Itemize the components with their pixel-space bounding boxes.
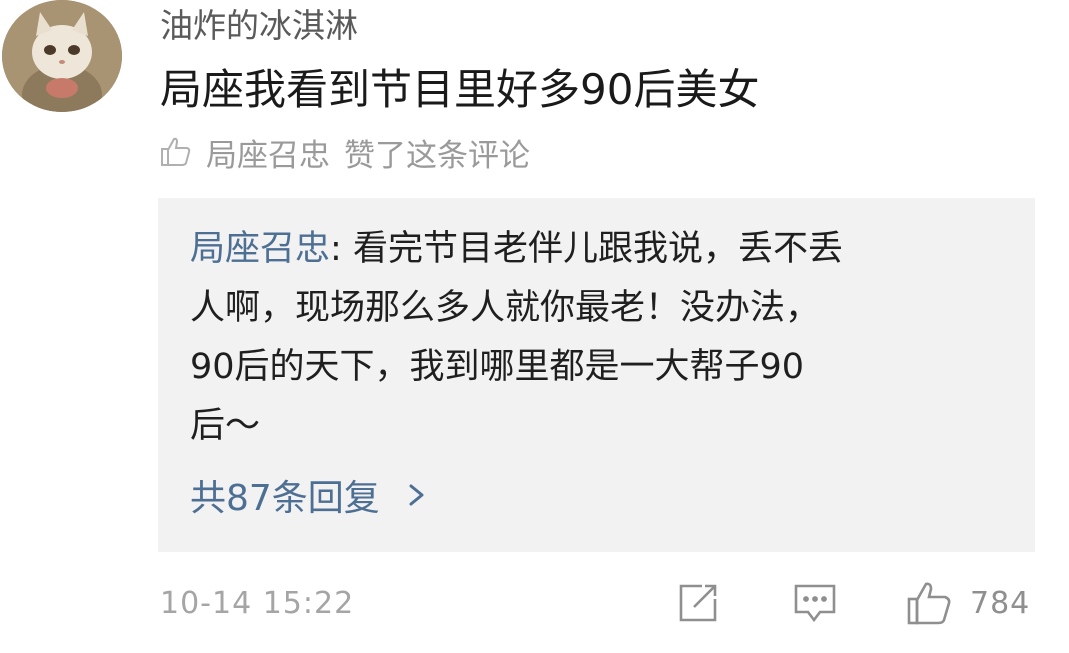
liked-by-suffix: 赞了这条评论 <box>344 137 530 174</box>
reply-button[interactable] <box>792 578 838 628</box>
cat-avatar-image <box>2 0 122 112</box>
reply-line-1: 看完节目老伴儿跟我说，丢不丢 <box>352 229 843 269</box>
user-avatar[interactable] <box>2 0 122 112</box>
share-button[interactable] <box>676 578 720 628</box>
reply-line-4: 后～ <box>190 406 261 446</box>
liked-by-row: 局座召忠 赞了这条评论 <box>160 130 530 174</box>
thumbs-up-outline-icon <box>160 136 192 168</box>
reply-author[interactable]: 局座召忠 <box>190 229 330 269</box>
reply-preview-box[interactable]: 局座召忠: 看完节目老伴儿跟我说，丢不丢 人啊，现场那么多人就你最老！没办法， … <box>158 198 1035 552</box>
comment-icon <box>794 584 836 623</box>
reply-separator: : <box>330 229 353 269</box>
reply-first-line: 局座召忠: 看完节目老伴儿跟我说，丢不丢 <box>190 220 1010 279</box>
comment-card: 油炸的冰淇淋 局座我看到节目里好多90后美女 局座召忠 赞了这条评论 局座召忠:… <box>0 0 1069 653</box>
comment-text: 局座我看到节目里好多90后美女 <box>160 65 760 114</box>
reply-line-2: 人啊，现场那么多人就你最老！没办法， <box>190 288 821 328</box>
view-replies-link[interactable]: 共87条回复 <box>190 470 428 520</box>
reply-preview-text: 局座召忠: 看完节目老伴儿跟我说，丢不丢 人啊，现场那么多人就你最老！没办法， … <box>190 220 1010 456</box>
like-button[interactable]: 784 <box>906 578 1030 628</box>
comment-timestamp: 10-14 15:22 <box>160 586 355 621</box>
like-count: 784 <box>970 585 1031 621</box>
share-icon <box>679 584 717 622</box>
thumbs-up-icon <box>907 582 951 625</box>
reply-count-label: 共87条回复 <box>190 478 380 519</box>
liked-by-name[interactable]: 局座召忠 <box>206 130 330 175</box>
comment-username[interactable]: 油炸的冰淇淋 <box>160 4 358 48</box>
reply-line-3: 90后的天下，我到哪里都是一大帮子90 <box>190 347 805 387</box>
chevron-right-icon <box>406 480 428 510</box>
